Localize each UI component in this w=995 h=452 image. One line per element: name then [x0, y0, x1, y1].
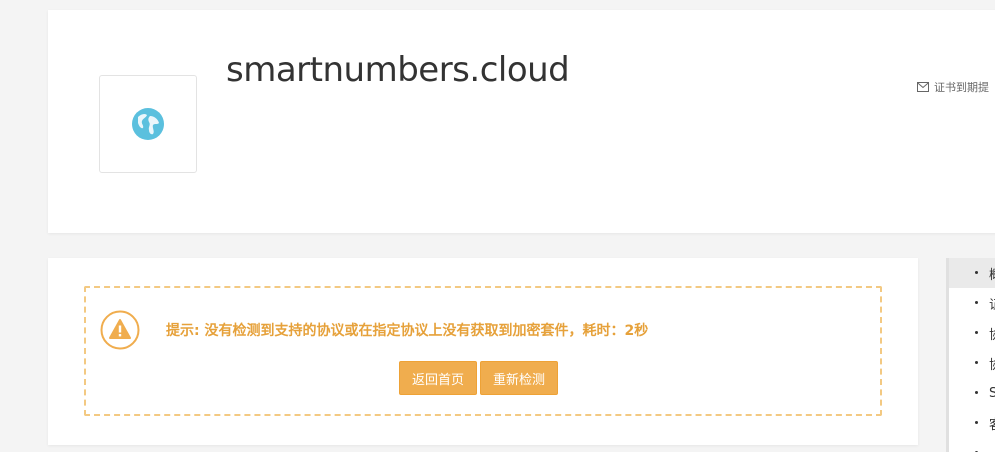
site-icon-box — [99, 75, 197, 173]
side-nav-item-label: 协 — [989, 354, 995, 373]
side-nav-item[interactable]: 概 — [949, 258, 995, 288]
globe-icon — [132, 108, 164, 140]
side-nav-item[interactable]: 协 — [949, 348, 995, 378]
side-nav-item-label: 概 — [989, 264, 995, 283]
notice-message: 提示: 没有检测到支持的协议或在指定协议上没有获取到加密套件，耗时：2秒 — [166, 323, 649, 339]
warning-icon — [100, 310, 140, 350]
side-nav-item-label: 客 — [989, 414, 995, 433]
notice-box: 提示: 没有检测到支持的协议或在指定协议上没有获取到加密套件，耗时：2秒 返回首… — [84, 286, 882, 416]
notice-actions: 返回首页 重新检测 — [399, 361, 559, 395]
domain-title: smartnumbers.cloud — [226, 50, 570, 90]
result-card: 提示: 没有检测到支持的协议或在指定协议上没有获取到加密套件，耗时：2秒 返回首… — [48, 258, 918, 445]
back-home-button[interactable]: 返回首页 — [399, 361, 478, 395]
recheck-button[interactable]: 重新检测 — [480, 361, 559, 395]
side-nav: 概 证 协 协 S 客 — [946, 258, 995, 452]
cert-reminder-link[interactable]: 证书到期提 — [917, 79, 989, 95]
side-nav-item[interactable]: S — [949, 378, 995, 408]
side-nav-item-label: 证 — [989, 294, 995, 313]
cert-reminder-label: 证书到期提 — [934, 81, 989, 94]
side-nav-item[interactable]: 客 — [949, 408, 995, 438]
side-nav-item[interactable]: 证 — [949, 288, 995, 318]
envelope-icon — [917, 82, 929, 92]
header-card: smartnumbers.cloud 证书到期提 — [48, 10, 995, 233]
side-nav-item[interactable] — [949, 438, 995, 452]
side-nav-item-label: S — [989, 385, 995, 401]
side-nav-item-label: 协 — [989, 324, 995, 343]
side-nav-item[interactable]: 协 — [949, 318, 995, 348]
